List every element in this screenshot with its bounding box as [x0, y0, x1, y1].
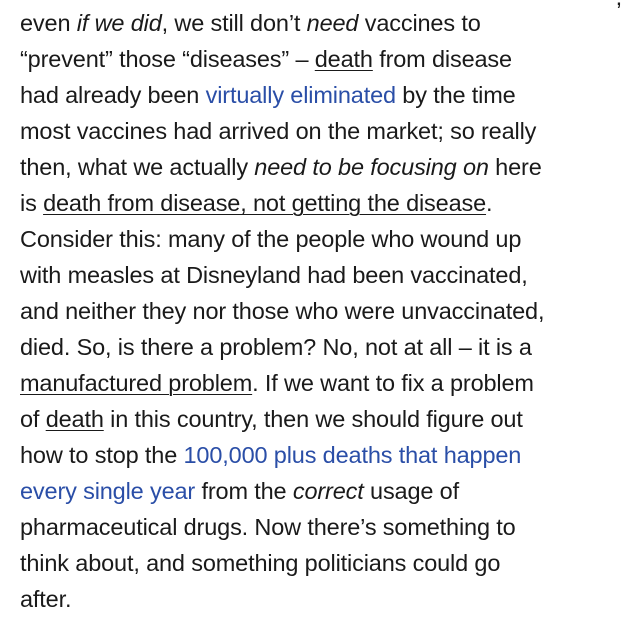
cropped-top-fragment: ,	[616, 0, 623, 15]
body-text: think about, and something politicians c…	[20, 550, 501, 576]
body-text: Consider this: many of the people who wo…	[20, 226, 522, 252]
body-text: usage of	[363, 478, 459, 504]
body-text: then, what we actually	[20, 154, 255, 180]
text-line: died. So, is there a problem? No, not at…	[20, 329, 628, 365]
text-line: and neither they nor those who were unva…	[20, 293, 628, 329]
body-text: . If we want to fix a problem	[252, 370, 534, 396]
text-line: after.	[20, 581, 628, 617]
body-text: after.	[20, 586, 72, 612]
body-text: of	[20, 406, 46, 432]
text-line: most vaccines had arrived on the market;…	[20, 113, 628, 149]
body-text: “prevent” those “diseases” –	[20, 46, 315, 72]
text-line: with measles at Disneyland had been vacc…	[20, 257, 628, 293]
article-body: , even if we did, we still don’t need va…	[20, 0, 628, 617]
body-text: how to stop the	[20, 442, 184, 468]
body-text: vaccines to	[358, 10, 481, 36]
emphasis-text: correct	[292, 478, 364, 504]
body-text: here	[488, 154, 542, 180]
body-text: , we still don’t	[161, 10, 307, 36]
text-line: “prevent” those “diseases” – death from …	[20, 41, 628, 77]
underlined-text: manufactured problem	[20, 370, 253, 396]
text-line: every single year from the correct usage…	[20, 473, 628, 509]
text-line: think about, and something politicians c…	[20, 545, 628, 581]
text-line: Consider this: many of the people who wo…	[20, 221, 628, 257]
underlined-text: death from disease, not getting the dise…	[43, 190, 487, 216]
text-line: of death in this country, then we should…	[20, 401, 628, 437]
text-line: then, what we actually need to be focusi…	[20, 149, 628, 185]
emphasis-text: need to be focusing on	[254, 154, 489, 180]
inline-link[interactable]: every single year	[20, 478, 195, 504]
body-text: and neither they nor those who were unva…	[20, 298, 545, 324]
body-text: with measles at Disneyland had been vacc…	[20, 262, 528, 288]
body-text: by the time	[395, 82, 516, 108]
underlined-text: death	[314, 46, 373, 72]
body-text: even	[20, 10, 77, 36]
body-text: is	[20, 190, 44, 216]
text-line: how to stop the 100,000 plus deaths that…	[20, 437, 628, 473]
text-line: pharmaceutical drugs. Now there’s someth…	[20, 509, 628, 545]
body-text: in this country, then we should figure o…	[103, 406, 523, 432]
body-text: pharmaceutical drugs. Now there’s someth…	[20, 514, 516, 540]
inline-link[interactable]: virtually eliminated	[206, 82, 396, 108]
emphasis-text: if we did	[76, 10, 162, 36]
underlined-text: death	[45, 406, 104, 432]
article-paragraph: even if we did, we still don’t need vacc…	[20, 5, 628, 617]
body-text: died. So, is there a problem? No, not at…	[20, 334, 532, 360]
body-text: from the	[195, 478, 293, 504]
emphasis-text: need	[306, 10, 359, 36]
body-text: most vaccines had arrived on the market;…	[20, 118, 537, 144]
text-line: had already been virtually eliminated by…	[20, 77, 628, 113]
inline-link[interactable]: 100,000 plus deaths that happen	[184, 442, 522, 468]
body-text: had already been	[20, 82, 206, 108]
text-line: manufactured problem. If we want to fix …	[20, 365, 628, 401]
body-text: .	[486, 190, 493, 216]
text-line: even if we did, we still don’t need vacc…	[20, 5, 628, 41]
body-text: from disease	[372, 46, 512, 72]
text-line: is death from disease, not getting the d…	[20, 185, 628, 221]
